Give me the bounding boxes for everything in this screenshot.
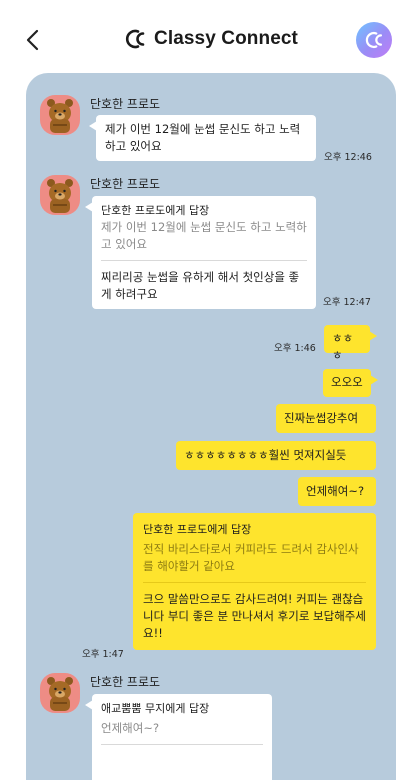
message-text: 찌리리공 눈썹을 유하게 해서 첫인상을 좋게 하려구요 bbox=[101, 270, 300, 301]
message-text: 진짜눈썹강추여 bbox=[284, 411, 359, 425]
bear-avatar-icon bbox=[47, 677, 73, 711]
sender-avatar[interactable] bbox=[40, 673, 80, 713]
my-message-bubble[interactable]: 진짜눈썹강추여 bbox=[276, 404, 376, 433]
message-text: ㅎㅎㅎㅎㅎㅎㅎㅎ훨씬 멋져지실듯 bbox=[184, 448, 347, 462]
brand-title: Classy Connect bbox=[154, 28, 298, 49]
my-message-bubble[interactable]: 오오오 bbox=[323, 369, 378, 397]
message-time: 오후 12:46 bbox=[324, 152, 372, 163]
chat-area[interactable]: 단호한 프로도 제가 이번 12월에 눈썹 문신도 하고 노력하고 있어요 오후… bbox=[26, 73, 396, 780]
my-reply-message-bubble[interactable]: 단호한 프로도에게 답장 전직 바리스타로서 커피라도 드려서 감사인사를 해야… bbox=[133, 513, 376, 650]
reply-title: 애교뿜뿜 무지에게 답장 bbox=[101, 702, 210, 715]
message-time: 오후 1:46 bbox=[274, 343, 316, 354]
reply-divider bbox=[101, 744, 263, 745]
reply-message-bubble[interactable]: 애교뿜뿜 무지에게 답장 언제해여~? bbox=[85, 694, 272, 780]
message-text: 언제해여~? bbox=[306, 484, 365, 498]
app-header: Classy Connect bbox=[0, 0, 420, 76]
my-message-bubble[interactable]: ㅎㅎㅎ bbox=[324, 325, 377, 362]
profile-button[interactable] bbox=[356, 22, 392, 58]
sender-avatar[interactable] bbox=[40, 175, 80, 215]
reply-title: 단호한 프로도에게 답장 bbox=[101, 204, 210, 217]
message-time: 오후 12:47 bbox=[323, 297, 371, 308]
my-message-bubble[interactable]: 언제해여~? bbox=[298, 477, 376, 506]
message-text: 크으 말씀만으로도 감사드려여! 커피는 괜찮습니다 부디 좋은 분 만나셔서 … bbox=[143, 592, 366, 640]
classy-connect-logo bbox=[125, 29, 145, 49]
sender-name: 단호한 프로도 bbox=[90, 97, 161, 111]
reply-quote: 제가 이번 12월에 눈썹 문신도 하고 노력하고 있어요 bbox=[101, 220, 307, 251]
sender-name: 단호한 프로도 bbox=[90, 675, 161, 689]
sender-name: 단호한 프로도 bbox=[90, 177, 161, 191]
bear-avatar-icon bbox=[47, 99, 73, 133]
reply-quote: 언제해여~? bbox=[101, 721, 160, 735]
bear-avatar-icon bbox=[47, 179, 73, 213]
message-text: ㅎㅎㅎ bbox=[332, 331, 354, 362]
sender-avatar[interactable] bbox=[40, 95, 80, 135]
profile-logo-icon bbox=[365, 31, 383, 49]
reply-divider bbox=[143, 582, 366, 583]
message-bubble[interactable]: 제가 이번 12월에 눈썹 문신도 하고 노력하고 있어요 bbox=[89, 115, 316, 161]
my-message-bubble[interactable]: ㅎㅎㅎㅎㅎㅎㅎㅎ훨씬 멋져지실듯 bbox=[176, 441, 376, 470]
reply-quote: 전직 바리스타로서 커피라도 드려서 감사인사를 해야할거 같아요 bbox=[143, 542, 359, 573]
reply-message-bubble[interactable]: 단호한 프로도에게 답장 제가 이번 12월에 눈썹 문신도 하고 노력하고 있… bbox=[85, 196, 316, 309]
reply-title: 단호한 프로도에게 답장 bbox=[143, 523, 252, 536]
message-time: 오후 1:47 bbox=[82, 649, 124, 660]
reply-divider bbox=[101, 260, 307, 261]
message-text: 제가 이번 12월에 눈썹 문신도 하고 노력하고 있어요 bbox=[105, 122, 301, 153]
message-text: 오오오 bbox=[331, 375, 363, 389]
